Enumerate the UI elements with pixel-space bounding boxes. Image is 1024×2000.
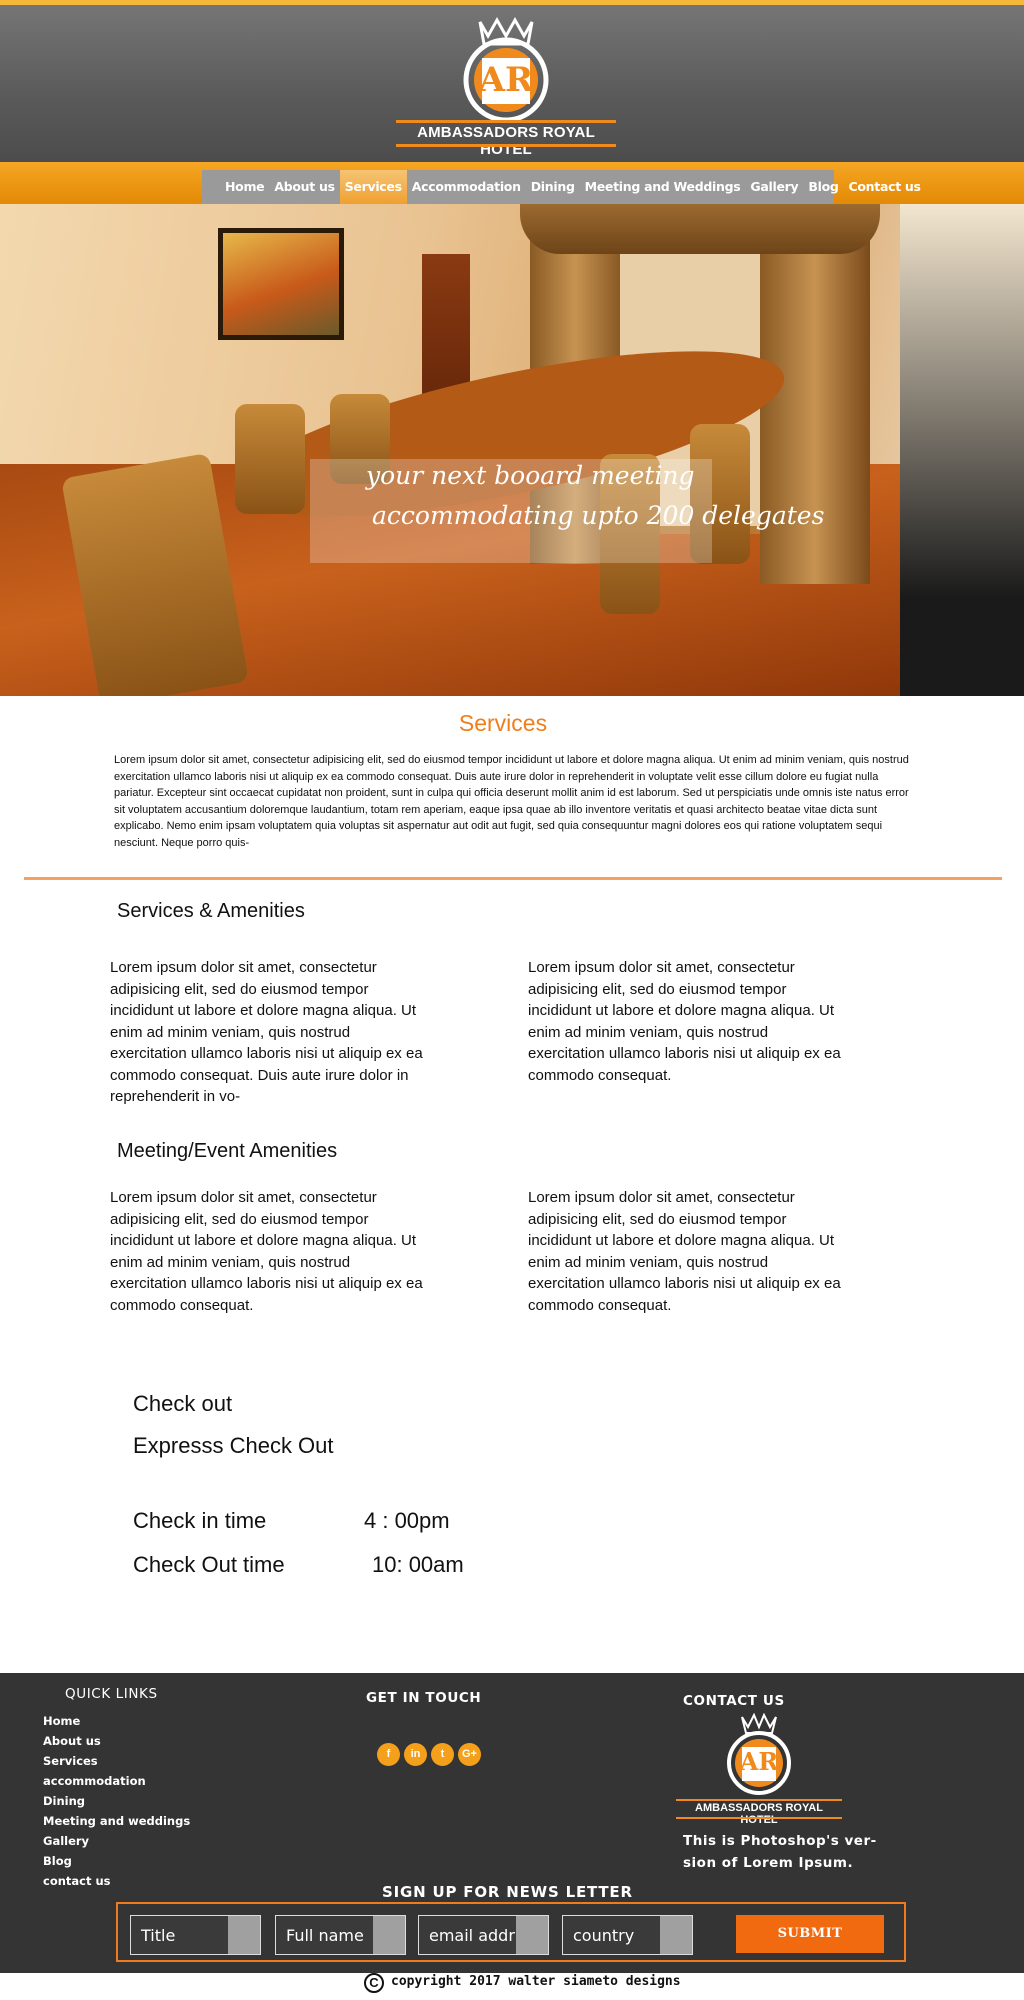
hero-caption-box: your next booard meeting accommodating u… [310, 459, 824, 563]
nav-about-us[interactable]: About us [269, 170, 339, 204]
footer-logo-rule-top [676, 1799, 842, 1801]
footer-link-contact-us[interactable]: contact us [43, 1871, 190, 1891]
email-field[interactable]: email addr [418, 1915, 549, 1955]
hero-right-wall [900, 204, 1024, 696]
country-field-label: country [573, 1926, 635, 1945]
hero-painting [218, 228, 344, 340]
copyright-icon: C [364, 1973, 384, 1993]
services-title: Services [458, 710, 548, 736]
site-header: AR AMBASSADORS ROYAL HOTEL [0, 0, 1024, 162]
country-field[interactable]: country [562, 1915, 693, 1955]
meeting-col-1-text: Lorem ipsum dolor sit amet, consectetur … [110, 1189, 423, 1314]
full-name-field-label: Full name [286, 1926, 364, 1945]
footer-link-accommodation[interactable]: accommodation [43, 1771, 190, 1791]
quick-links-list: Home About us Services accommodation Din… [43, 1711, 190, 1891]
logo-monogram: AR [478, 60, 534, 100]
footer-brand-name: AMBASSADORS ROYAL HOTEL [695, 1802, 823, 1826]
get-in-touch-heading: GET IN TOUCH [366, 1690, 482, 1706]
newsletter-form: Title Full name email addr country SUBMI… [116, 1902, 906, 1962]
logo-rule-bottom [396, 144, 616, 147]
submit-button[interactable]: SUBMIT [736, 1915, 884, 1953]
country-field-dropdown[interactable] [660, 1916, 692, 1954]
footer-link-meeting-weddings[interactable]: Meeting and weddings [43, 1811, 190, 1831]
newsletter-heading: SIGN UP FOR NEWS LETTER [382, 1883, 633, 1901]
checkout-title: Check out [133, 1391, 233, 1416]
footer-link-blog[interactable]: Blog [43, 1851, 190, 1871]
footer-logo-monogram: AR [739, 1747, 779, 1776]
contact-us-heading: CONTACT US [683, 1693, 785, 1709]
footer-description: This is Photoshop's ver- sion of Lorem I… [683, 1833, 877, 1871]
hero-caption-line-1: your next booard meeting [366, 461, 695, 490]
nav-blog[interactable]: Blog [803, 170, 843, 204]
meeting-amenities-heading: Meeting/Event Amenities [117, 1140, 338, 1162]
title-field[interactable]: Title [130, 1915, 261, 1955]
title-field-label: Title [141, 1926, 176, 1945]
express-checkout: Expresss Check Out [133, 1433, 334, 1458]
site-footer: QUICK LINKS Home About us Services accom… [0, 1673, 1024, 1973]
social-links: f in t G+ [377, 1743, 481, 1766]
footer-link-dining[interactable]: Dining [43, 1791, 190, 1811]
linkedin-icon[interactable]: in [404, 1743, 427, 1766]
hero-valance [520, 204, 880, 254]
nav-menu: Home About us Services Accommodation Din… [202, 170, 921, 204]
nav-contact-us[interactable]: Contact us [844, 170, 926, 204]
hero-chair [235, 404, 305, 514]
nav-home[interactable]: Home [220, 170, 269, 204]
hero-banner-image: your next booard meeting accommodating u… [0, 204, 1024, 696]
email-field-label: email addr [429, 1926, 515, 1945]
full-name-field-end [373, 1916, 405, 1954]
main-navigation-bar: Home About us Services Accommodation Din… [0, 162, 1024, 204]
checkin-time-label: Check in time [133, 1508, 267, 1533]
nav-gallery[interactable]: Gallery [745, 170, 803, 204]
nav-meeting-weddings[interactable]: Meeting and Weddings [580, 170, 746, 204]
checkout-time-label: Check Out time [133, 1552, 285, 1577]
checkin-time-value: 4 : 00pm [364, 1508, 450, 1533]
hotel-logo[interactable]: AR AMBASSADORS ROYAL HOTEL [396, 16, 616, 158]
checkout-time-value: 10: 00am [372, 1552, 464, 1577]
email-field-end [516, 1916, 548, 1954]
services-intro-text: Lorem ipsum dolor sit amet, consectetur … [114, 754, 909, 849]
logo-rule-top [396, 120, 616, 123]
footer-link-gallery[interactable]: Gallery [43, 1831, 190, 1851]
amenities-col-2-text: Lorem ipsum dolor sit amet, consectetur … [528, 959, 841, 1084]
brand-name: AMBASSADORS ROYAL HOTEL [417, 124, 595, 158]
quick-links-heading: QUICK LINKS [65, 1686, 158, 1702]
footer-link-services[interactable]: Services [43, 1751, 190, 1771]
facebook-icon[interactable]: f [377, 1743, 400, 1766]
nav-services[interactable]: Services [339, 170, 407, 204]
nav-dining[interactable]: Dining [526, 170, 580, 204]
copyright-text: copyright 2017 walter siameto designs [391, 1974, 681, 1989]
section-divider [24, 877, 1002, 880]
full-name-field[interactable]: Full name [275, 1915, 406, 1955]
footer-logo[interactable]: AR AMBASSADORS ROYAL HOTEL [676, 1712, 842, 1826]
footer-link-about-us[interactable]: About us [43, 1731, 190, 1751]
twitter-icon[interactable]: t [431, 1743, 454, 1766]
title-field-dropdown[interactable] [228, 1916, 260, 1954]
footer-link-home[interactable]: Home [43, 1711, 190, 1731]
footer-logo-rule-bottom [676, 1817, 842, 1819]
header-top-accent [0, 0, 1024, 5]
hero-caption-line-2: accommodating upto 200 delegates [372, 501, 825, 530]
google-plus-icon[interactable]: G+ [458, 1743, 481, 1766]
amenities-col-1-text: Lorem ipsum dolor sit amet, consectetur … [110, 959, 423, 1105]
amenities-heading: Services & Amenities [117, 900, 305, 922]
meeting-col-2-text: Lorem ipsum dolor sit amet, consectetur … [528, 1189, 841, 1314]
nav-accommodation[interactable]: Accommodation [407, 170, 526, 204]
